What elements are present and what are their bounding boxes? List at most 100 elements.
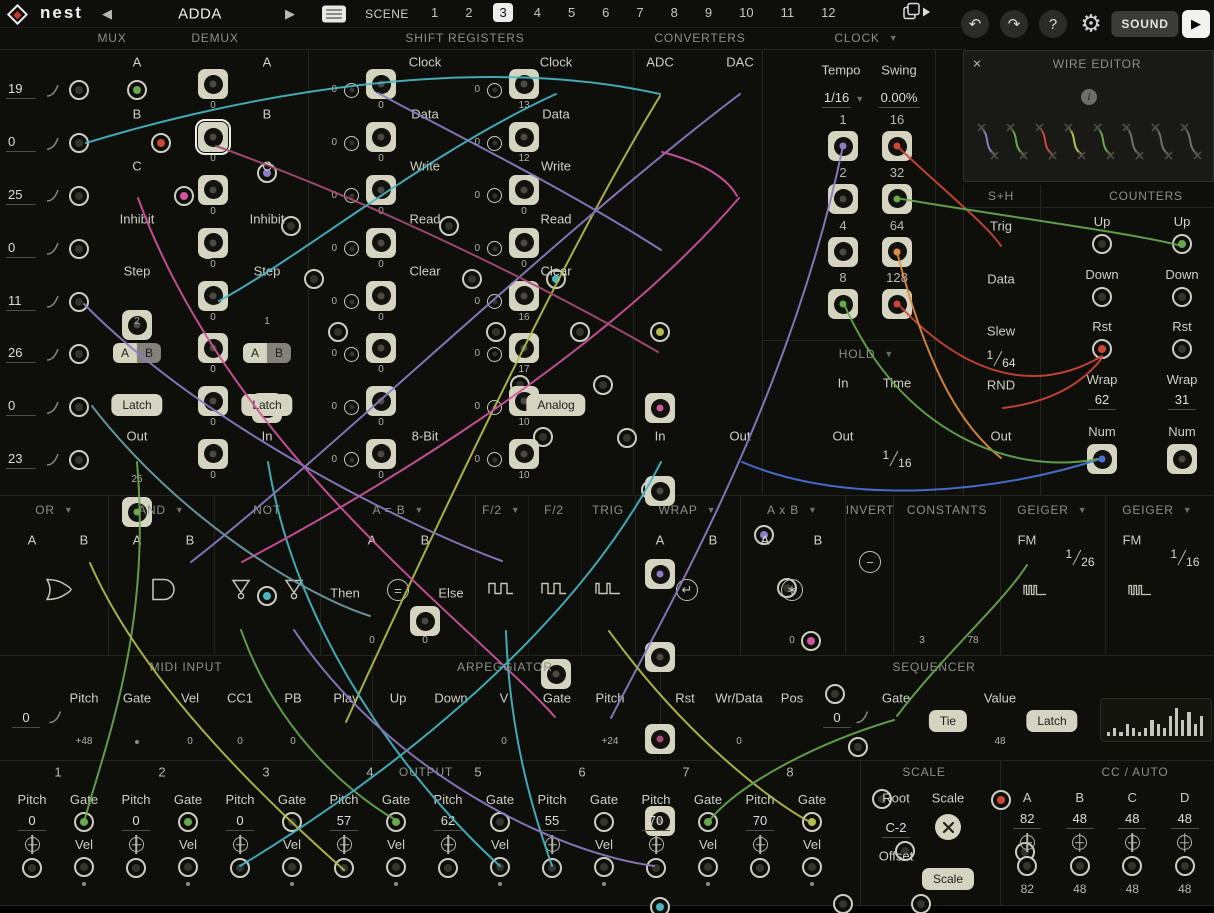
cc-port[interactable]: [1070, 856, 1090, 876]
pitch-port[interactable]: [750, 858, 770, 878]
play-button[interactable]: ▶: [1182, 10, 1210, 38]
vel-port[interactable]: [698, 857, 718, 877]
menu-icon[interactable]: [322, 6, 346, 23]
toggle-b[interactable]: B: [137, 343, 161, 363]
shift2-write-port[interactable]: [593, 375, 613, 395]
wire-style-icon[interactable]: [1034, 118, 1058, 167]
shift-row-output-port[interactable]: [509, 122, 539, 152]
shift-row-output-port[interactable]: [509, 175, 539, 205]
demux-output-value[interactable]: 0: [210, 101, 216, 111]
shift-row-input-port[interactable]: [487, 188, 502, 203]
vel-port[interactable]: [386, 857, 406, 877]
vel-port[interactable]: [594, 857, 614, 877]
pitch-port[interactable]: [646, 858, 666, 878]
tempo-value[interactable]: 1/16: [822, 90, 851, 108]
scene-button[interactable]: 9: [699, 3, 718, 22]
shift-row-output-port[interactable]: [509, 69, 539, 99]
counter-up-port[interactable]: [1092, 234, 1112, 254]
shift-row-input-port[interactable]: [344, 136, 359, 151]
demux-output-port[interactable]: [198, 281, 228, 311]
counter-rst-port[interactable]: [1092, 339, 1112, 359]
midi-pb-value[interactable]: 0: [290, 737, 296, 747]
patch-next-icon[interactable]: ▶: [285, 6, 295, 22]
demux-output-port[interactable]: [198, 122, 228, 152]
cc-value[interactable]: 48: [1066, 811, 1094, 829]
mux-channel-port[interactable]: [69, 397, 89, 417]
vel-port[interactable]: [178, 857, 198, 877]
demux-output-port[interactable]: [198, 333, 228, 363]
shift-row-input-port[interactable]: [487, 294, 502, 309]
pitch-value[interactable]: 57: [330, 813, 358, 831]
converters-in-port[interactable]: [650, 897, 670, 913]
shift-row-value[interactable]: 0: [378, 207, 384, 217]
gate-port[interactable]: [178, 812, 198, 832]
shift-row-value[interactable]: 0: [521, 260, 527, 270]
seq-knob-value[interactable]: 0: [823, 710, 851, 728]
shift1-out-port[interactable]: [410, 606, 440, 636]
scene-button[interactable]: 12: [815, 3, 841, 22]
wire-style-icon[interactable]: [1121, 118, 1145, 167]
seq-tie-button[interactable]: Tie: [929, 710, 967, 732]
clock-division-port[interactable]: [828, 289, 858, 319]
shift-row-output-port[interactable]: [366, 228, 396, 258]
geiger1-rate[interactable]: 126: [1065, 551, 1094, 565]
shift-row-value[interactable]: 12: [518, 154, 529, 164]
pitch-value[interactable]: 62: [434, 813, 462, 831]
mux-channel-port[interactable]: [69, 80, 89, 100]
pitch-value[interactable]: 0: [18, 813, 46, 831]
mux-c-port[interactable]: [174, 186, 194, 206]
shift-row-input-port[interactable]: [344, 347, 359, 362]
counter-down-port[interactable]: [1092, 287, 1112, 307]
scale-button[interactable]: Scale: [922, 868, 974, 890]
pitch-value[interactable]: 70: [642, 813, 670, 831]
sh-slew-value[interactable]: 164: [986, 352, 1015, 366]
shift-row-input-value[interactable]: 0: [471, 349, 480, 359]
midi-knob-value[interactable]: 0: [12, 710, 40, 728]
shift-row-output-port[interactable]: [366, 69, 396, 99]
curve-icon[interactable]: [48, 710, 63, 725]
cc-bottom-value[interactable]: 82: [1021, 882, 1034, 896]
aeqb-else-value[interactable]: 0: [422, 636, 428, 646]
pitch-port[interactable]: [438, 858, 458, 878]
shift-row-value[interactable]: 13: [518, 101, 529, 111]
toggle-b[interactable]: B: [267, 343, 291, 363]
curve-icon[interactable]: [45, 188, 60, 203]
gate-port[interactable]: [490, 812, 510, 832]
demux-ab-toggle[interactable]: AB: [243, 343, 291, 363]
shift-row-input-value[interactable]: 0: [328, 244, 337, 254]
aeqb-then-value[interactable]: 0: [369, 636, 375, 646]
section-f2a[interactable]: F/2▼: [482, 503, 520, 517]
info-icon[interactable]: i: [1081, 89, 1097, 105]
wire-style-icon[interactable]: [1092, 118, 1116, 167]
pitch-port[interactable]: [22, 858, 42, 878]
scene-button[interactable]: 8: [665, 3, 684, 22]
pitch-port[interactable]: [230, 858, 250, 878]
shift-row-input-port[interactable]: [487, 83, 502, 98]
curve-icon[interactable]: [45, 400, 60, 415]
scene-button[interactable]: 5: [562, 3, 581, 22]
mux-latch-button[interactable]: Latch: [111, 394, 162, 416]
seq-wrdata-value[interactable]: 0: [736, 737, 742, 747]
dac-bit-port[interactable]: [825, 684, 845, 704]
axb-out-value[interactable]: 0: [789, 636, 795, 646]
shift-row-input-value[interactable]: 0: [328, 455, 337, 465]
hold-time-port[interactable]: [911, 894, 931, 913]
scene-button[interactable]: 7: [630, 3, 649, 22]
mux-a-port[interactable]: [127, 80, 147, 100]
shift-row-input-value[interactable]: 0: [328, 191, 337, 201]
dac-bit-port[interactable]: [801, 631, 821, 651]
section-geiger-1[interactable]: GEIGER▼: [1017, 503, 1086, 517]
scene-button[interactable]: 1: [425, 3, 444, 22]
gate-port[interactable]: [594, 812, 614, 832]
arp-v-value[interactable]: 0: [501, 737, 507, 747]
adc-bit-port[interactable]: [645, 724, 675, 754]
curve-icon[interactable]: [45, 136, 60, 151]
cc-bottom-value[interactable]: 48: [1178, 882, 1191, 896]
shift-row-input-value[interactable]: 0: [328, 402, 337, 412]
clock-division-port[interactable]: [828, 131, 858, 161]
shift-row-value[interactable]: 0: [521, 207, 527, 217]
demux-c-port[interactable]: [304, 269, 324, 289]
pitch-value[interactable]: 55: [538, 813, 566, 831]
vel-port[interactable]: [490, 857, 510, 877]
shift-row-input-value[interactable]: 0: [328, 349, 337, 359]
